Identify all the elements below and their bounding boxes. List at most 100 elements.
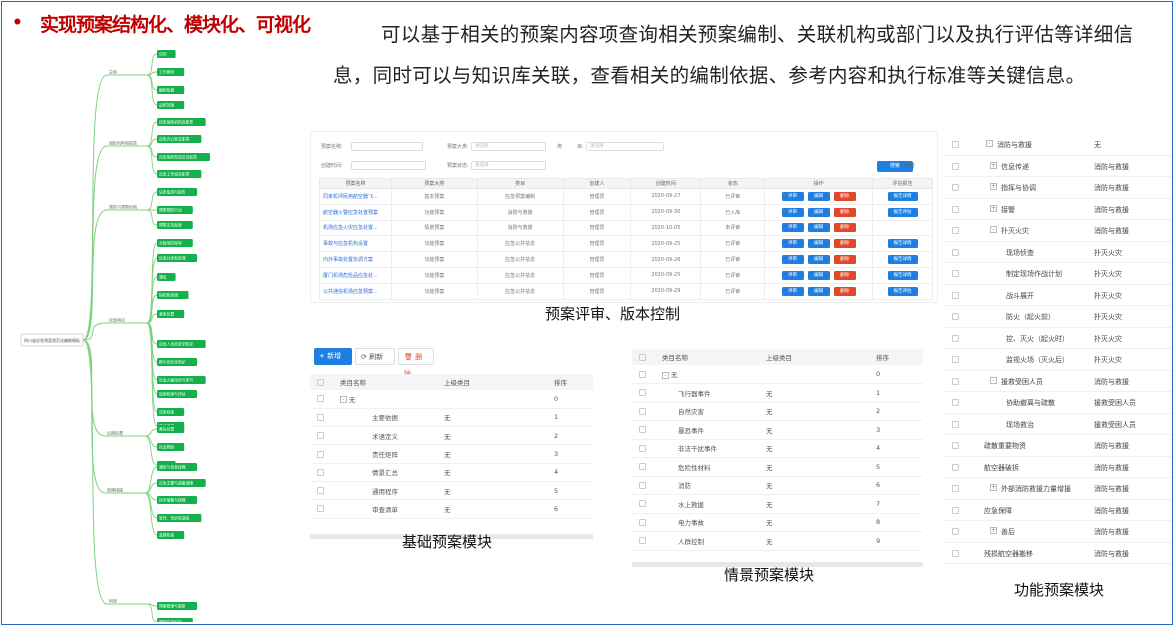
add-button[interactable]: + 新增 [899, 162, 915, 169]
row-checkbox[interactable] [952, 528, 959, 535]
row-checkbox[interactable] [317, 505, 324, 513]
row-checkbox[interactable] [952, 141, 959, 148]
collapse-icon[interactable]: - [990, 376, 997, 384]
row-checkbox[interactable] [639, 463, 646, 471]
report-button[interactable]: 报告评估 [887, 286, 918, 296]
row-checkbox[interactable] [639, 389, 646, 397]
row-checkbox[interactable] [639, 518, 646, 526]
tree-row[interactable]: 现场侦查 扑灭火灾 [944, 242, 1172, 263]
row-checkbox[interactable] [639, 537, 646, 545]
tree-row[interactable]: 控、灭火（起火时） 扑灭火灾 [944, 328, 1172, 349]
tree-row[interactable]: + 接警 消防与救援 [944, 199, 1172, 220]
delete-row-button[interactable]: 删除 [833, 239, 856, 249]
expand-icon[interactable]: + [990, 484, 997, 491]
expand-icon[interactable]: + [990, 183, 997, 190]
row-checkbox[interactable] [952, 248, 959, 256]
row-checkbox[interactable] [639, 370, 646, 378]
tree-row[interactable]: - 援救受困人员 消防与救援 [944, 371, 1172, 392]
report-button[interactable]: 报告详情 [887, 255, 918, 265]
row-checkbox[interactable] [952, 270, 959, 277]
filter-input[interactable]: 请选择 [471, 161, 546, 170]
delete-row-button[interactable]: 删除 [833, 207, 856, 217]
review-button[interactable]: 评审 [781, 239, 804, 249]
row-checkbox[interactable] [952, 205, 959, 213]
delete-row-button[interactable]: 删除 [833, 223, 856, 233]
new-button[interactable]: + 新增 [314, 348, 352, 365]
row-checkbox[interactable] [952, 485, 959, 492]
row-checkbox[interactable] [317, 432, 324, 440]
row-checkbox[interactable] [639, 407, 646, 415]
row-checkbox[interactable] [952, 377, 959, 385]
tree-row[interactable]: - 扑灭火灾 消防与救援 [944, 220, 1172, 242]
row-checkbox[interactable] [952, 184, 959, 191]
tree-row[interactable]: - 消防与救援 无 [944, 134, 1172, 156]
plan-name-link[interactable]: 公共通信机场应急预案... [319, 282, 392, 300]
review-button[interactable]: 评审 [781, 286, 804, 296]
tree-row[interactable]: + 信息传递 消防与救援 [944, 156, 1172, 177]
row-checkbox[interactable] [952, 227, 959, 234]
edit-button[interactable]: 编辑 [807, 270, 830, 280]
delete-row-button[interactable]: 删除 [833, 255, 856, 265]
tree-row[interactable]: 现场救治 援救受困人员 [944, 414, 1172, 435]
row-checkbox[interactable] [952, 420, 959, 428]
row-checkbox[interactable] [952, 313, 959, 320]
review-button[interactable]: 评审 [781, 223, 804, 233]
review-button[interactable]: 评审 [781, 207, 804, 217]
review-button[interactable]: 评审 [781, 255, 804, 265]
delete-row-button[interactable]: 删除 [833, 191, 856, 201]
edit-button[interactable]: 编辑 [807, 286, 830, 296]
row-checkbox[interactable] [952, 549, 959, 557]
plan-name-link[interactable]: 同家机坪民用航空器飞... [319, 188, 392, 205]
tree-row[interactable]: 疏散重要物资 消防与救援 [944, 435, 1172, 457]
tree-row[interactable]: 战斗展开 扑灭火灾 [944, 285, 1172, 306]
row-checkbox[interactable] [952, 334, 959, 342]
tree-row[interactable]: 残损航空器搬移 消防与救援 [944, 543, 1172, 564]
row-checkbox[interactable] [952, 356, 959, 363]
row-checkbox[interactable] [952, 506, 959, 514]
row-checkbox[interactable] [952, 399, 959, 406]
delete-row-button[interactable]: 删除 [833, 270, 856, 280]
filter-input[interactable]: 请选择 [471, 142, 546, 151]
review-button[interactable]: 评审 [781, 270, 804, 280]
edit-button[interactable]: 编辑 [807, 239, 830, 249]
row-checkbox[interactable] [952, 162, 959, 170]
edit-button[interactable]: 编辑 [807, 255, 830, 265]
row-checkbox[interactable] [317, 450, 324, 458]
tree-row[interactable]: 制定现场作战计划 扑灭火灾 [944, 263, 1172, 285]
edit-button[interactable]: 编辑 [807, 191, 830, 201]
expand-icon[interactable]: + [990, 527, 997, 534]
review-button[interactable]: 评审 [781, 191, 804, 201]
row-checkbox[interactable] [317, 413, 324, 421]
select-all-checkbox[interactable] [317, 378, 324, 386]
report-button[interactable]: 报告详情 [887, 239, 918, 249]
edit-button[interactable]: 编辑 [807, 223, 830, 233]
filter-input[interactable] [351, 161, 426, 170]
row-checkbox[interactable] [952, 442, 959, 449]
tree-row[interactable]: 协助撤离与疏散 援救受困人员 [944, 392, 1172, 414]
tree-row[interactable]: 防火（起火前） 扑灭火灾 [944, 306, 1172, 328]
row-checkbox[interactable] [317, 468, 324, 476]
tree-row[interactable]: 应急保障 消防与救援 [944, 500, 1172, 521]
tree-row[interactable]: 监视火场（灭火后） 扑灭火灾 [944, 349, 1172, 371]
plan-name-link[interactable]: 事故与应急机构设置 [319, 235, 392, 253]
collapse-icon[interactable]: - [986, 140, 993, 147]
row-checkbox[interactable] [952, 291, 959, 299]
select-all-checkbox[interactable] [639, 353, 646, 361]
collapse-icon[interactable]: - [990, 226, 997, 233]
row-checkbox[interactable] [317, 395, 324, 403]
delete-button[interactable]: 🗑 删除 [398, 348, 434, 378]
collapse-icon[interactable]: - [340, 396, 347, 404]
report-button[interactable]: 报告详情 [887, 191, 918, 201]
delete-row-button[interactable]: 删除 [833, 286, 856, 296]
row-checkbox[interactable] [639, 426, 646, 434]
refresh-button[interactable]: ⟳ 刷新 [355, 348, 395, 365]
row-checkbox[interactable] [317, 487, 324, 495]
tree-row[interactable]: + 指挥与协调 消防与救援 [944, 177, 1172, 199]
tree-row[interactable]: + 外部消防救援力量增援 消防与救援 [944, 478, 1172, 500]
plan-name-link[interactable]: 厦门机场危险品应急处... [319, 266, 392, 284]
expand-icon[interactable]: + [990, 204, 997, 212]
row-checkbox[interactable] [639, 444, 646, 452]
report-button[interactable]: 报告评估 [887, 207, 918, 217]
row-checkbox[interactable] [952, 463, 959, 471]
row-checkbox[interactable] [639, 500, 646, 508]
